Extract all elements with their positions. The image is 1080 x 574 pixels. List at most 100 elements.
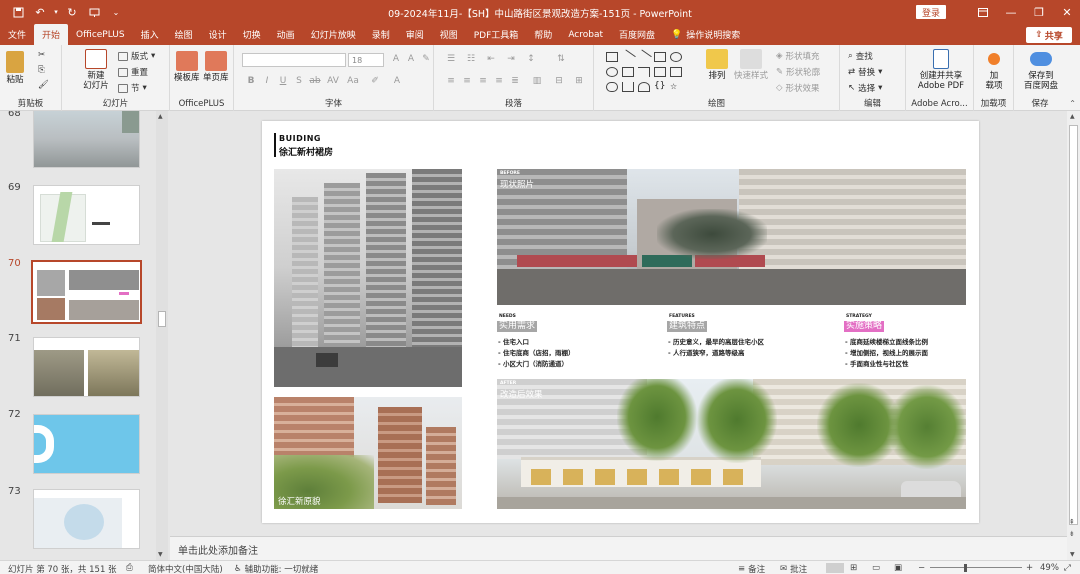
font-name-combo[interactable] — [242, 53, 346, 67]
thumbnails-scroll-thumb[interactable] — [158, 311, 166, 327]
text-direction-icon[interactable]: ⇅ — [554, 54, 568, 64]
align-right-icon[interactable]: ≡ — [476, 76, 490, 86]
arc-shape-icon[interactable] — [638, 82, 650, 92]
find-button[interactable]: ⌕ 查找 — [848, 50, 873, 62]
reading-view-icon[interactable]: ▭ — [872, 563, 880, 573]
scroll-down-icon[interactable]: ▼ — [1070, 551, 1075, 558]
save-to-baidu-button[interactable]: 保存到 百度网盘 — [1018, 49, 1064, 91]
select-button[interactable]: ↖ 选择 ▾ — [848, 82, 882, 94]
curve-shape-icon[interactable] — [606, 82, 618, 92]
main-scroll-thumb[interactable] — [1069, 125, 1078, 525]
slideshow-icon[interactable]: ▣ — [894, 563, 902, 573]
prev-slide-icon[interactable]: ⇞ — [1069, 518, 1075, 526]
next-slide-icon[interactable]: ⇟ — [1069, 530, 1075, 538]
columns-icon[interactable]: ▥ — [530, 76, 544, 86]
cut-icon[interactable]: ✂ — [38, 50, 45, 60]
tab-view[interactable]: 视图 — [432, 24, 466, 45]
tell-me-search[interactable]: 💡 操作说明搜索 — [663, 24, 748, 45]
accessibility-status[interactable]: ♿ 辅助功能: 一切就绪 — [234, 563, 318, 574]
notes-pane[interactable]: 单击此处添加备注 — [170, 536, 1067, 560]
current-slide[interactable]: BUIDING 徐汇新村裙房 徐汇新原貌 BEFORE 现状照片 NEEDS 实… — [262, 121, 979, 523]
arrow-right-shape-icon[interactable] — [670, 67, 682, 77]
underline-icon[interactable]: U — [276, 76, 290, 86]
clear-format-icon[interactable]: ✎ — [419, 54, 433, 64]
collapse-ribbon-icon[interactable]: ⌃ — [1069, 99, 1076, 108]
copy-icon[interactable]: ⎘ — [38, 65, 45, 75]
spellcheck-icon[interactable]: ⎙ — [126, 563, 133, 573]
increase-indent-icon[interactable]: ⇥ — [504, 54, 518, 64]
shape-effects-button[interactable]: ◇ 形状效果 — [776, 82, 820, 94]
line-spacing-icon[interactable]: ↕ — [524, 54, 538, 64]
strikethrough-icon[interactable]: ab — [308, 76, 322, 86]
quick-styles-button[interactable]: 快速样式 — [734, 49, 768, 81]
login-button[interactable]: 登录 — [916, 5, 946, 19]
format-painter-icon[interactable]: 🖌 — [38, 80, 49, 90]
tab-animations[interactable]: 动画 — [269, 24, 303, 45]
thumbnail-slide-71[interactable] — [33, 337, 140, 397]
share-button[interactable]: ⇪ 共享 — [1026, 27, 1072, 43]
numbering-icon[interactable]: ☷ — [464, 54, 478, 64]
close-icon[interactable]: ✕ — [1044, 0, 1080, 24]
bullets-icon[interactable]: ☰ — [444, 54, 458, 64]
smartart-icon[interactable]: ⊞ — [572, 76, 586, 86]
decrease-indent-icon[interactable]: ⇤ — [484, 54, 498, 64]
oval-shape-icon[interactable] — [670, 52, 682, 62]
addins-button[interactable]: 加 载项 — [980, 49, 1008, 91]
tab-baidu[interactable]: 百度网盘 — [611, 24, 663, 45]
shadow-icon[interactable]: S — [292, 76, 306, 86]
zoom-slider-thumb[interactable] — [964, 564, 967, 572]
triangle-shape-icon[interactable] — [622, 67, 634, 77]
change-case-icon[interactable]: Aa — [346, 76, 360, 86]
thumbnails-scrollbar[interactable]: ▲ ▼ — [156, 111, 168, 560]
rectangle-shape-icon[interactable] — [606, 52, 618, 62]
create-pdf-button[interactable]: 创建并共享 Adobe PDF — [914, 49, 968, 91]
italic-icon[interactable]: I — [260, 76, 274, 86]
zoom-out-icon[interactable]: − — [918, 563, 925, 573]
thumbnail-slide-73[interactable] — [33, 489, 140, 549]
distributed-icon[interactable]: ≣ — [508, 76, 522, 86]
zoom-level[interactable]: 49% — [1040, 563, 1059, 573]
redo-icon[interactable]: ↻ — [62, 2, 82, 22]
reset-button[interactable]: 重置 — [118, 66, 148, 78]
bracket-shape-icon[interactable] — [622, 82, 634, 92]
tab-insert[interactable]: 插入 — [133, 24, 167, 45]
decrease-font-icon[interactable]: A — [404, 54, 418, 64]
present-icon[interactable] — [84, 2, 104, 22]
scroll-down-icon[interactable]: ▼ — [158, 551, 163, 558]
ellipse-shape-icon[interactable] — [606, 67, 618, 77]
shapes-gallery[interactable]: {} ☆ — [602, 49, 698, 94]
tab-record[interactable]: 录制 — [364, 24, 398, 45]
justify-icon[interactable]: ≡ — [492, 76, 506, 86]
tab-officeplus[interactable]: OfficePLUS — [68, 24, 133, 45]
fit-to-window-icon[interactable]: ⤢ — [1064, 563, 1071, 573]
normal-view-icon[interactable] — [826, 563, 844, 573]
single-page-button[interactable]: 单页库 — [203, 51, 229, 83]
tab-draw[interactable]: 绘图 — [167, 24, 201, 45]
font-color-icon[interactable]: A — [390, 76, 404, 86]
scroll-up-icon[interactable]: ▲ — [158, 113, 163, 120]
tab-transitions[interactable]: 切换 — [235, 24, 269, 45]
undo-dropdown-icon[interactable]: ▾ — [52, 2, 60, 22]
notes-toggle[interactable]: ≡ 备注 — [738, 563, 765, 574]
bold-icon[interactable]: B — [244, 76, 258, 86]
layout-button[interactable]: 版式 ▾ — [118, 50, 155, 62]
zoom-in-icon[interactable]: + — [1026, 563, 1033, 573]
template-library-button[interactable]: 模板库 — [174, 51, 200, 83]
shape-fill-button[interactable]: ◈ 形状填充 — [776, 50, 820, 62]
star-shape-icon[interactable]: ☆ — [670, 82, 682, 92]
align-text-icon[interactable]: ⊟ — [552, 76, 566, 86]
tab-pdf-toolbox[interactable]: PDF工具箱 — [466, 24, 527, 45]
paste-button[interactable]: 粘贴 — [6, 51, 24, 85]
thumbnail-slide-72[interactable] — [33, 414, 140, 474]
highlight-icon[interactable]: ✐ — [368, 76, 382, 86]
thumbnail-slide-70[interactable] — [31, 260, 142, 324]
comments-toggle[interactable]: ✉ 批注 — [780, 563, 807, 574]
align-left-icon[interactable]: ≡ — [444, 76, 458, 86]
replace-button[interactable]: ⇄ 替换 ▾ — [848, 66, 882, 78]
zoom-slider[interactable] — [930, 567, 1022, 568]
undo-icon[interactable]: ↶ — [30, 2, 50, 22]
scroll-up-icon[interactable]: ▲ — [1070, 113, 1075, 120]
tab-slideshow[interactable]: 幻灯片放映 — [303, 24, 364, 45]
elbow-shape-icon[interactable] — [638, 67, 650, 77]
brace-shape-icon[interactable]: {} — [654, 82, 666, 92]
